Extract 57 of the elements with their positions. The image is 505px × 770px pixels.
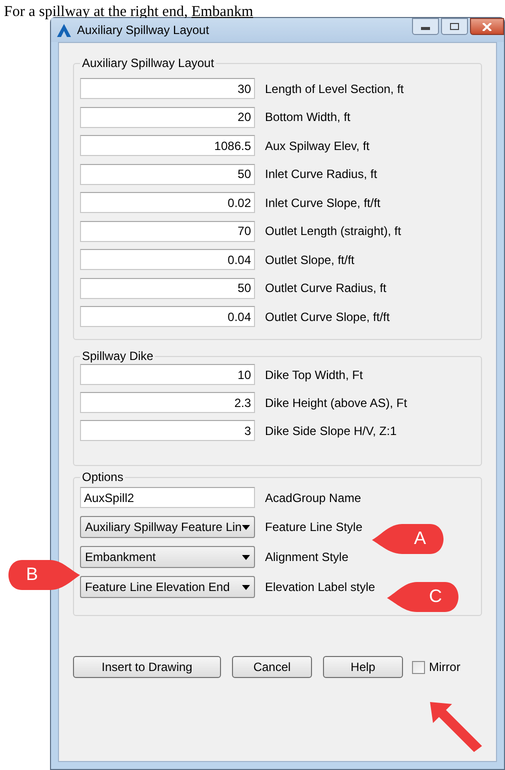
dialog-button[interactable]: Cancel [232,656,312,678]
close-icon [482,22,492,30]
field-label: Inlet Curve Radius, ft [265,166,378,183]
field-label: Dike Height (above AS), Ft [265,394,408,412]
dropdown[interactable]: Feature Line Elevation End [80,576,255,598]
field-label: Elevation Label style [265,579,376,596]
group-title: Auxiliary Spillway Layout [80,55,216,71]
caret-icon [242,554,250,560]
dropdown[interactable]: Auxiliary Spillway Feature Lin [80,516,255,538]
field-label: Feature Line Style [265,519,362,536]
field-label: Dike Side Slope H/V, Z:1 [265,422,397,440]
field-label: Length of Level Section, ft [265,80,404,98]
window-title: Auxiliary Spillway Layout [77,22,210,39]
field-label: Outlet Slope, ft/ft [265,252,354,268]
app-logo-icon [57,24,71,36]
input-field[interactable]: 0.02 [80,192,255,213]
mirror-label: Mirror [429,659,460,676]
field-label: Outlet Curve Slope, ft/ft [265,308,390,326]
document-text: For a spillway at the right end, Embankm [4,4,254,20]
maximize-icon [450,23,459,30]
field-label: Aux Spilway Elev, ft [265,138,370,154]
input-field[interactable]: 2.3 [80,392,255,413]
field-label: Bottom Width, ft [265,109,350,126]
field-label: Outlet Curve Radius, ft [265,280,386,297]
input-field[interactable]: 3 [80,420,255,441]
dropdown[interactable]: Embankment [80,546,255,568]
group-title: Spillway Dike [80,348,156,364]
callout-letter: B [26,564,38,584]
caret-icon [242,584,250,590]
callout-letter: C [429,586,442,606]
input-field[interactable]: 10 [80,364,255,385]
input-field[interactable]: AuxSpill2 [80,487,255,508]
field-label: AcadGroup Name [265,490,362,506]
input-field[interactable]: 20 [80,106,255,128]
maximize-button[interactable] [441,18,468,35]
input-field[interactable]: 50 [80,164,255,184]
minimize-button[interactable] [412,18,439,35]
input-field[interactable]: 0.04 [80,306,255,327]
input-field[interactable]: 0.04 [80,249,255,270]
arrow-drawing [428,700,484,754]
caret-icon [242,524,250,530]
group-title: Options [80,469,126,485]
input-field[interactable]: 50 [80,278,255,298]
field-label: Outlet Length (straight), ft [265,223,402,240]
dialog-button[interactable]: Insert to Drawing [73,656,221,678]
callout-letter: A [414,528,426,548]
minimize-icon [421,27,430,30]
mirror-checkbox[interactable] [412,660,425,674]
input-field[interactable]: 30 [80,78,255,99]
field-label: Inlet Curve Slope, ft/ft [265,194,380,212]
close-button[interactable] [470,18,504,35]
dialog-button[interactable]: Help [323,656,403,678]
field-label: Alignment Style [265,549,348,566]
field-label: Dike Top Width, Ft [265,366,363,384]
input-field[interactable]: 1086.5 [80,135,255,156]
document-link[interactable]: Embankm [191,4,254,20]
input-field[interactable]: 70 [80,220,255,242]
